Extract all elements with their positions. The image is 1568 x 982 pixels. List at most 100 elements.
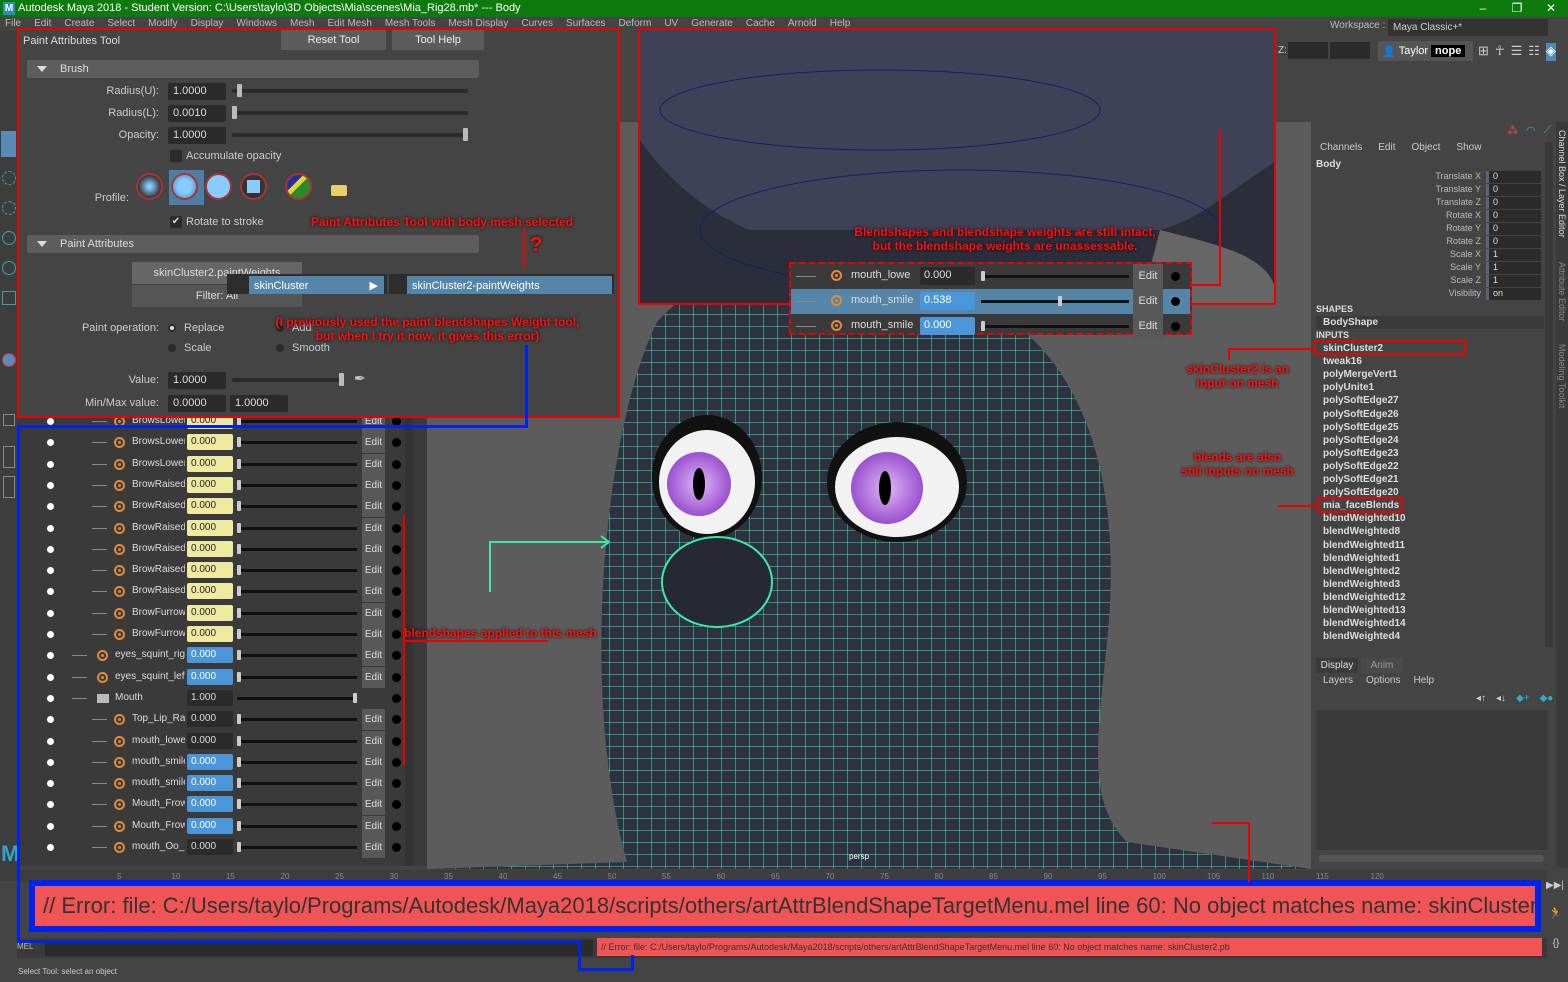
edit-button[interactable]: Edit <box>362 645 385 667</box>
weight-field[interactable]: 0.000 <box>187 753 233 770</box>
edit-button[interactable]: Edit <box>1133 314 1163 339</box>
visibility-toggle[interactable] <box>47 844 54 851</box>
slider-handle[interactable] <box>237 714 241 725</box>
weight-slider[interactable] <box>237 671 357 682</box>
edit-button[interactable]: Edit <box>362 453 385 475</box>
edit-button[interactable]: Edit <box>362 474 385 496</box>
blendshape-target-row[interactable]: BrowsLower 0.000 Edit <box>17 432 427 454</box>
brush-section-header[interactable]: Brush <box>27 60 479 78</box>
value-slider[interactable] <box>232 373 344 386</box>
input-node[interactable]: blendWeighted11 <box>1323 540 1405 551</box>
human-ik-icon[interactable]: ☥ <box>1495 43 1505 61</box>
weight-slider[interactable] <box>237 820 357 831</box>
visibility-toggle[interactable] <box>47 822 54 830</box>
scale-tool-icon[interactable] <box>2 291 16 305</box>
edit-button[interactable]: Edit <box>362 751 385 773</box>
input-node[interactable]: polySoftEdge23 <box>1323 448 1399 459</box>
input-node[interactable]: blendWeighted12 <box>1323 592 1406 603</box>
cb-menu-object[interactable]: Object <box>1412 142 1441 153</box>
weight-slider[interactable] <box>981 296 1129 306</box>
slider-handle[interactable] <box>237 522 241 533</box>
key-indicator[interactable] <box>392 800 401 810</box>
blendshape-target-row[interactable]: Top_Lip_Rais0.000 Edit <box>17 709 427 731</box>
weight-slider[interactable] <box>237 756 357 767</box>
key-indicator[interactable] <box>392 843 401 852</box>
cb-menu-show[interactable]: Show <box>1456 142 1481 153</box>
accumulate-opacity-checkbox[interactable] <box>170 150 182 162</box>
channel-value[interactable]: 0 <box>1486 223 1541 235</box>
weight-field[interactable]: 1.000 <box>187 689 233 706</box>
tab-attribute-editor[interactable]: Attribute Editor <box>1557 262 1567 322</box>
radius-u-field[interactable]: 1.0000 <box>168 83 226 100</box>
input-node[interactable]: blendWeighted3 <box>1323 579 1400 590</box>
visibility-toggle[interactable] <box>47 503 54 511</box>
opacity-field[interactable]: 1.0000 <box>168 127 226 144</box>
weight-slider[interactable] <box>237 650 357 661</box>
input-node[interactable]: polySoftEdge25 <box>1323 422 1399 433</box>
blendshape-target-row[interactable]: mouth_lowe 0.000 Edit <box>17 730 427 752</box>
channel-row[interactable]: Translate Y 0 <box>1311 184 1541 197</box>
blendshape-target-row[interactable]: mouth_Oo_F 0.000 Edit <box>17 837 427 858</box>
slider-handle[interactable] <box>237 565 241 576</box>
input-node[interactable]: blendWeighted2 <box>1323 566 1400 577</box>
visibility-toggle[interactable] <box>47 609 54 617</box>
weight-field[interactable]: 0.000 <box>187 626 233 642</box>
edit-button[interactable]: Edit <box>1133 264 1163 289</box>
slider-handle[interactable] <box>237 543 241 554</box>
edit-button[interactable]: Edit <box>362 815 385 837</box>
layer-hscrollbar[interactable] <box>1319 855 1544 862</box>
slider-handle[interactable] <box>237 778 241 789</box>
weight-slider[interactable] <box>237 692 357 703</box>
slider-handle[interactable] <box>237 820 241 831</box>
edit-button[interactable]: Edit <box>362 666 385 688</box>
key-indicator[interactable] <box>392 757 401 767</box>
channel-box-scrollbar[interactable] <box>1545 142 1553 647</box>
input-node[interactable]: polySoftEdge21 <box>1323 474 1399 485</box>
key-indicator[interactable] <box>392 821 401 831</box>
channel-row[interactable]: Visibility on <box>1311 288 1541 301</box>
blendshape-target-row[interactable]: eyes_squint_righ 0.000 Edit <box>17 645 427 667</box>
attribute-editor-icon[interactable]: ☰ <box>1511 43 1523 61</box>
key-indicator[interactable] <box>392 502 401 512</box>
key-indicator[interactable] <box>1171 322 1180 331</box>
edit-button[interactable]: Edit <box>362 496 385 518</box>
workspace-select[interactable]: Maya Classic+* <box>1388 19 1548 36</box>
edit-button[interactable]: Edit <box>1133 289 1163 314</box>
tab-anim[interactable]: Anim <box>1361 658 1403 673</box>
tool-help-button[interactable]: Tool Help <box>392 30 484 50</box>
key-indicator[interactable] <box>392 630 401 639</box>
weight-slider[interactable] <box>237 842 357 852</box>
blendshape-target-row[interactable]: BrowsLower 0.000 Edit <box>17 453 427 475</box>
weight-slider[interactable] <box>237 565 357 576</box>
edit-button[interactable]: Edit <box>362 538 385 560</box>
slider-handle[interactable] <box>237 458 241 469</box>
radius-u-slider[interactable] <box>232 84 468 97</box>
weight-field[interactable]: 0.000 <box>187 711 233 728</box>
input-node[interactable]: polyUnite1 <box>1323 382 1374 393</box>
key-indicator[interactable] <box>392 651 401 661</box>
slider-handle[interactable] <box>237 586 241 597</box>
go-to-end-icon[interactable]: ▶▶| <box>1546 880 1566 895</box>
input-node[interactable]: polyMergeVert1 <box>1323 369 1397 380</box>
key-indicator[interactable] <box>392 715 401 725</box>
radius-l-slider[interactable] <box>232 106 468 119</box>
channel-value[interactable]: on <box>1486 288 1541 300</box>
channel-value[interactable]: 1 <box>1486 249 1541 261</box>
input-node[interactable]: blendWeighted4 <box>1323 631 1400 642</box>
cb-menu-edit[interactable]: Edit <box>1378 142 1395 153</box>
blendshape-target-row[interactable]: Mouth 1.000 <box>17 688 427 709</box>
blendshape-target-row[interactable]: BrowFurrow 0.000 Edit <box>17 624 427 645</box>
key-indicator[interactable] <box>392 523 401 533</box>
radius-l-field[interactable]: 0.0010 <box>168 105 226 122</box>
slider-handle[interactable] <box>981 271 985 281</box>
blendshape-target-row[interactable]: Mouth_Frow 0.000 Edit <box>17 815 427 837</box>
weight-slider[interactable] <box>237 437 357 448</box>
input-node[interactable]: blendWeighted14 <box>1323 618 1406 629</box>
weight-field[interactable]: 0.000 <box>187 775 233 792</box>
blendshape-target-row[interactable]: mouth_lowe 0.000 Edit <box>791 264 1190 289</box>
blendshape-target-row[interactable]: BrowFurrow 0.000 Edit <box>17 602 427 624</box>
paint-attributes-section-header[interactable]: Paint Attributes <box>27 235 479 253</box>
weight-slider[interactable] <box>237 607 357 618</box>
channel-value[interactable]: 1 <box>1486 262 1541 274</box>
key-indicator[interactable] <box>392 459 401 469</box>
